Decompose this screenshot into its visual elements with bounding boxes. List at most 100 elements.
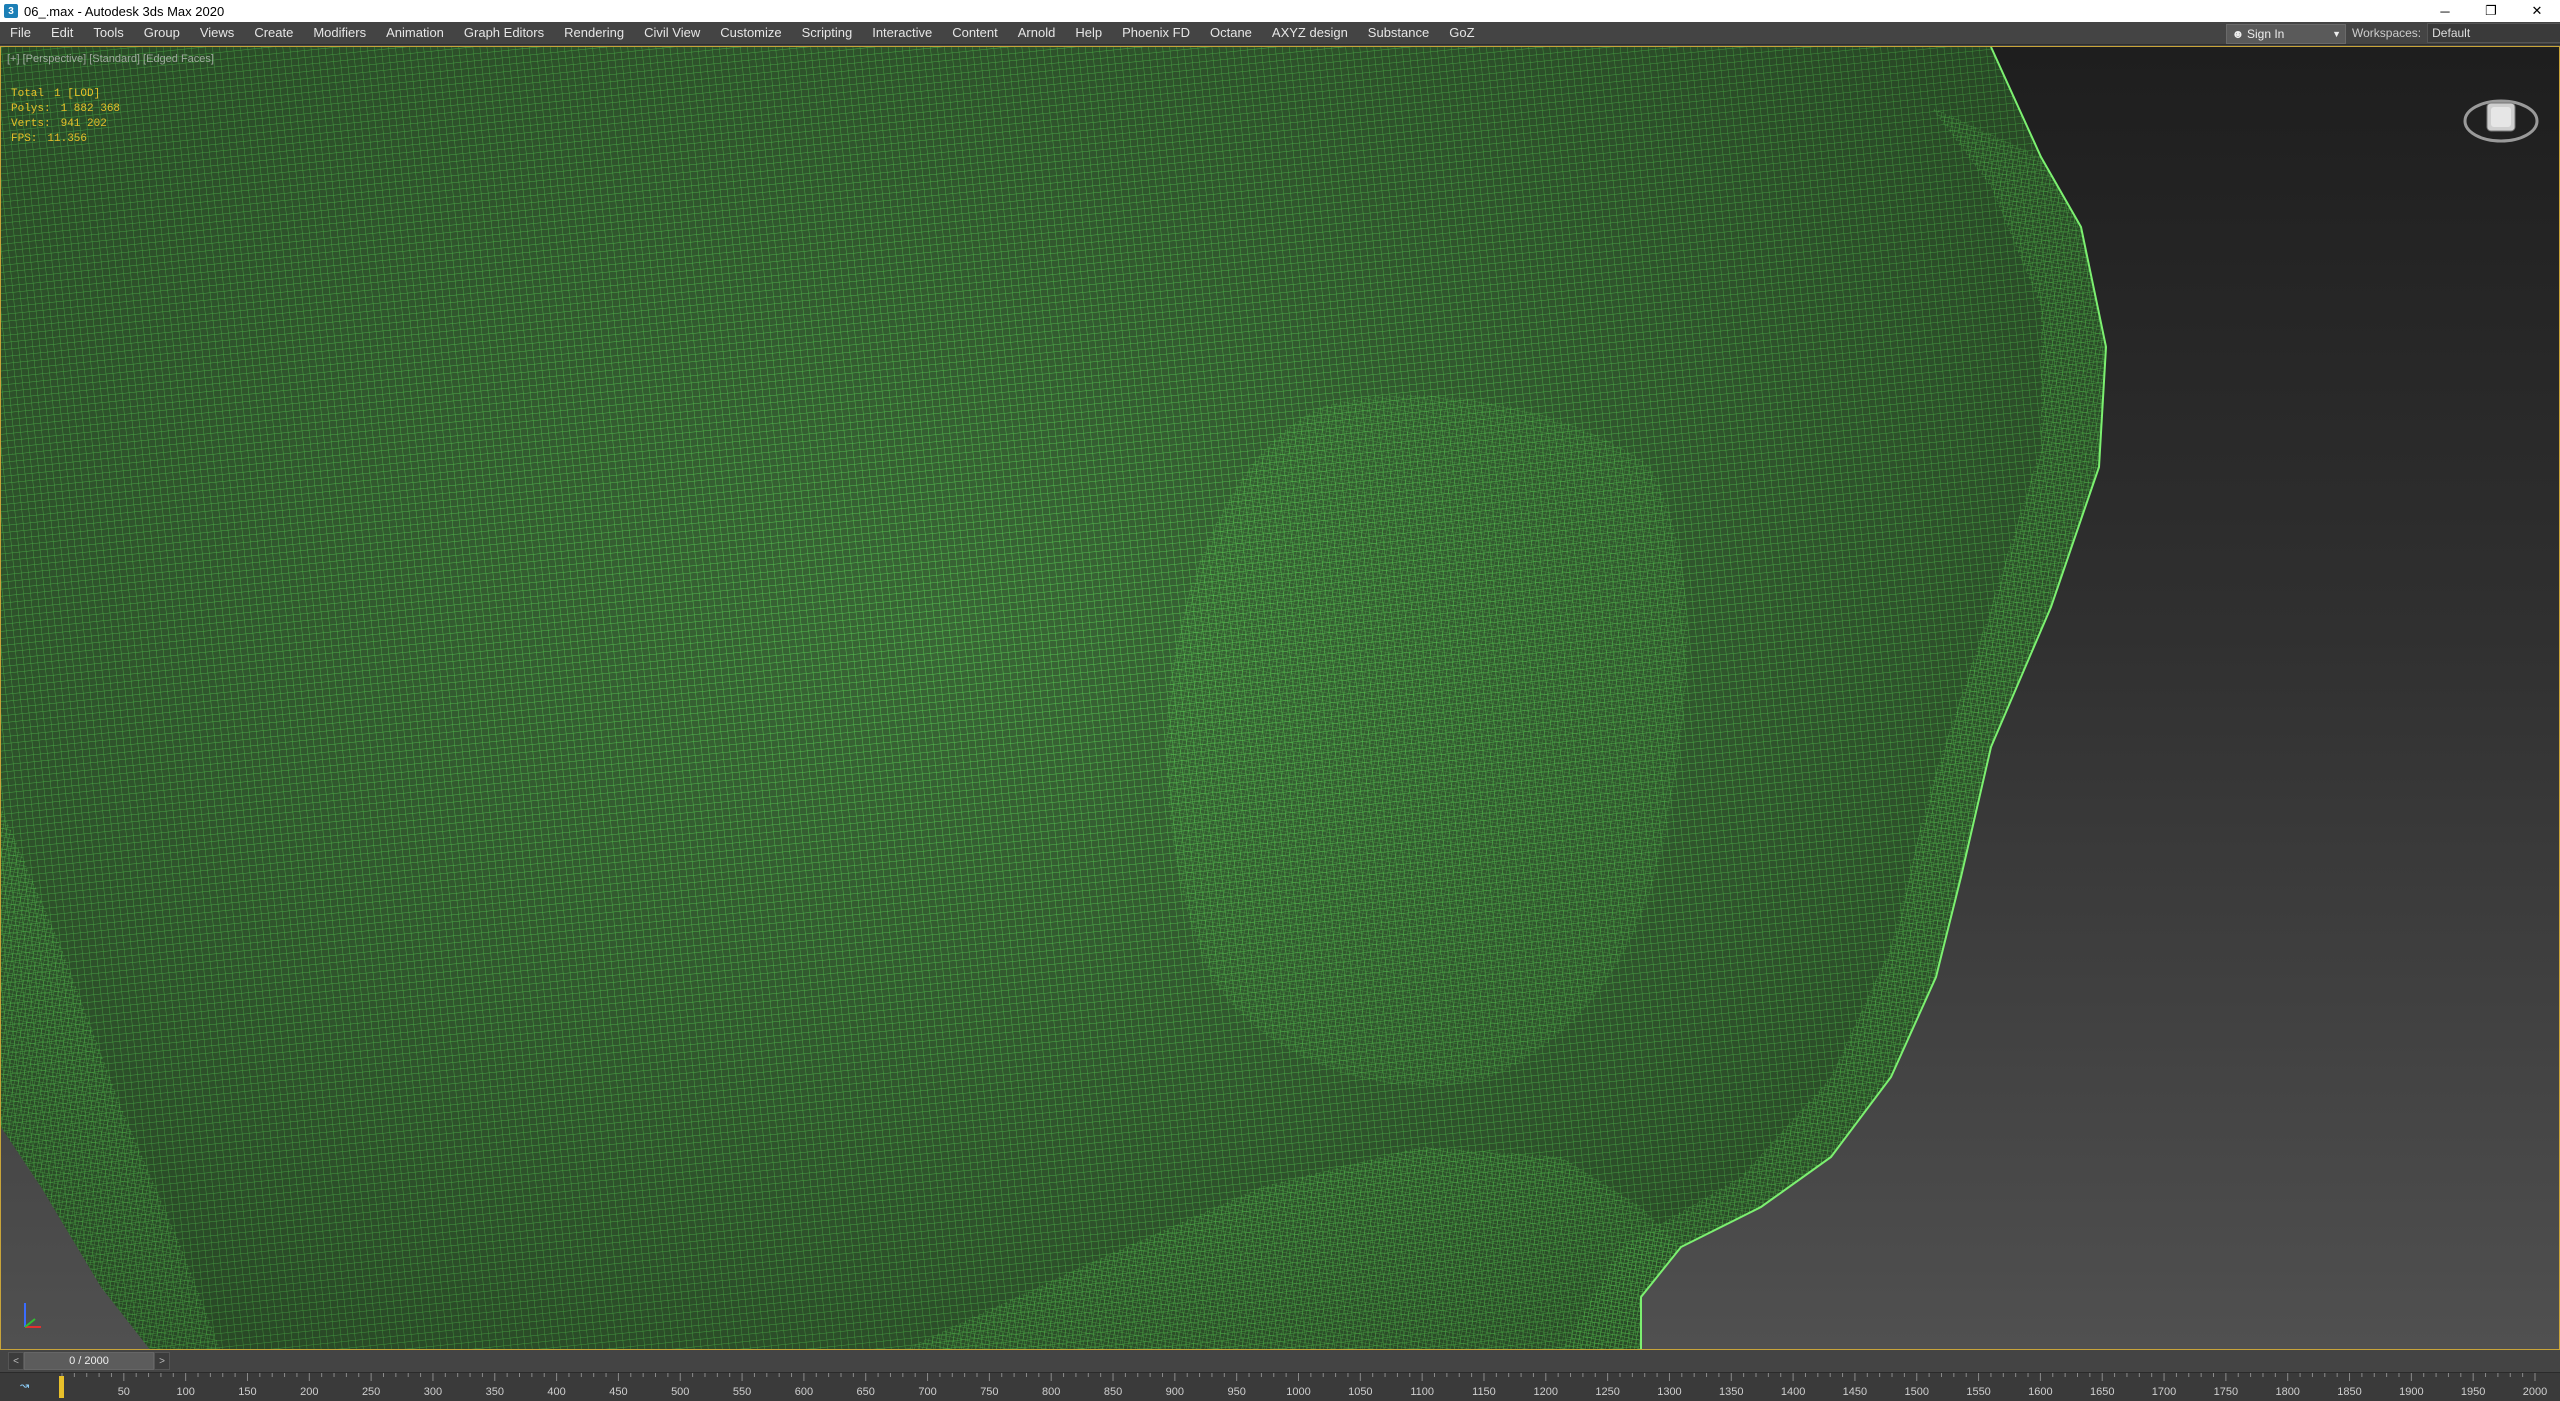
viewport-label[interactable]: [+] [Perspective] [Standard] [Edged Face… <box>7 53 214 65</box>
window-title: 06_.max - Autodesk 3ds Max 2020 <box>24 3 225 19</box>
ruler-tick-label: 950 <box>1227 1386 1245 1398</box>
menu-scripting[interactable]: Scripting <box>792 22 863 44</box>
ruler-tick-label: 1750 <box>2214 1386 2238 1398</box>
ruler-tick-label: 200 <box>300 1386 318 1398</box>
ruler-tick-label: 1600 <box>2028 1386 2052 1398</box>
stat-name: Verts: <box>11 118 51 130</box>
ruler-tick-label: 650 <box>857 1386 875 1398</box>
next-frame-button[interactable]: > <box>154 1352 170 1370</box>
menu-bar: File Edit Tools Group Views Create Modif… <box>0 22 2560 45</box>
ruler-tick-label: 1500 <box>1905 1386 1929 1398</box>
menu-interactive[interactable]: Interactive <box>862 22 942 44</box>
menu-graph-editors[interactable]: Graph Editors <box>454 22 554 44</box>
track-bar[interactable]: ↝ 50 100 150 200 250 300 350 400 450 500 550 600 650… <box>0 1372 2560 1401</box>
chevron-down-icon: ▼ <box>2332 29 2341 39</box>
stat-value: 11.356 <box>47 133 88 145</box>
stat-row: FPS: 11.356 <box>11 132 120 147</box>
ruler-tick-label: 550 <box>733 1386 751 1398</box>
ruler-tick-label: 1100 <box>1410 1386 1434 1398</box>
restore-button[interactable]: ❐ <box>2468 0 2514 22</box>
stat-row: Verts: 941 202 <box>11 117 120 132</box>
ruler-tick-label: 2000 <box>2523 1386 2547 1398</box>
menu-group[interactable]: Group <box>134 22 190 44</box>
workspaces-dropdown[interactable]: Default <box>2427 23 2560 43</box>
ruler-tick-label: 1400 <box>1781 1386 1805 1398</box>
ruler-tick-label: 300 <box>424 1386 442 1398</box>
ruler-tick-label: 1700 <box>2152 1386 2176 1398</box>
ruler-tick-label: 1300 <box>1657 1386 1681 1398</box>
ruler-tick-label: 250 <box>362 1386 380 1398</box>
ruler-tick-label: 900 <box>1166 1386 1184 1398</box>
menu-axyz-design[interactable]: AXYZ design <box>1262 22 1358 44</box>
ruler-tick-label: 350 <box>486 1386 504 1398</box>
window-controls: ─ ❐ ✕ <box>2422 0 2560 22</box>
ruler-tick-label: 700 <box>918 1386 936 1398</box>
ruler-tick-label: 1050 <box>1348 1386 1372 1398</box>
ruler-tick-label: 100 <box>176 1386 194 1398</box>
menu-animation[interactable]: Animation <box>376 22 454 44</box>
ruler-tick-label: 1800 <box>2275 1386 2299 1398</box>
perspective-viewport[interactable]: [+] [Perspective] [Standard] [Edged Face… <box>0 46 2560 1350</box>
stat-row: Polys: 1 882 368 <box>11 102 120 117</box>
workspaces-selector: Workspaces: Default <box>2352 23 2560 43</box>
workspaces-label: Workspaces: <box>2352 26 2422 40</box>
app-icon[interactable]: 3 <box>4 4 18 18</box>
stat-value: 1 882 368 <box>60 103 121 115</box>
close-button[interactable]: ✕ <box>2514 0 2560 22</box>
ruler-tick-label: 750 <box>980 1386 998 1398</box>
ruler-tick-label: 1550 <box>1966 1386 1990 1398</box>
menu-goz[interactable]: GoZ <box>1439 22 1484 44</box>
axis-tripod-icon <box>17 1297 47 1337</box>
menu-substance[interactable]: Substance <box>1358 22 1439 44</box>
menu-views[interactable]: Views <box>190 22 244 44</box>
ruler-tick-label: 400 <box>547 1386 565 1398</box>
ruler-tick-label: 600 <box>795 1386 813 1398</box>
frame-ruler: 50 100 150 200 250 300 350 400 450 500 550 600 650 70… <box>61 1373 2547 1398</box>
ruler-tick-label: 150 <box>238 1386 256 1398</box>
menu-help[interactable]: Help <box>1065 22 1112 44</box>
menu-file[interactable]: File <box>0 22 41 44</box>
prev-frame-button[interactable]: < <box>8 1352 24 1370</box>
minimize-button[interactable]: ─ <box>2422 0 2468 22</box>
menu-customize[interactable]: Customize <box>710 22 791 44</box>
ruler-tick-label: 1850 <box>2337 1386 2361 1398</box>
stat-value: 941 202 <box>60 118 107 130</box>
menu-arnold[interactable]: Arnold <box>1008 22 1066 44</box>
menu-create[interactable]: Create <box>244 22 303 44</box>
time-cursor[interactable] <box>59 1376 64 1398</box>
ruler-tick-label: 1000 <box>1286 1386 1310 1398</box>
ruler-tick-label: 1250 <box>1595 1386 1619 1398</box>
ruler-tick-label: 50 <box>118 1386 130 1398</box>
ruler-tick-label: 500 <box>671 1386 689 1398</box>
menu-modifiers[interactable]: Modifiers <box>303 22 376 44</box>
ruler-tick-label: 1900 <box>2399 1386 2423 1398</box>
menu-tools[interactable]: Tools <box>83 22 133 44</box>
ruler-tick-label: 1350 <box>1719 1386 1743 1398</box>
stat-name: Polys: <box>11 103 51 115</box>
ruler-tick-label: 1200 <box>1534 1386 1558 1398</box>
ruler-tick-label: 1950 <box>2461 1386 2485 1398</box>
ruler-tick-label: 1650 <box>2090 1386 2114 1398</box>
stat-name: FPS: <box>11 133 38 145</box>
viewport-statistics: Total 1 [LOD] Polys: 1 882 368 Verts: 94… <box>11 87 120 147</box>
menu-civil-view[interactable]: Civil View <box>634 22 710 44</box>
wireframe-mesh <box>1 47 2108 1349</box>
ruler-tick-label: 850 <box>1104 1386 1122 1398</box>
menu-octane[interactable]: Octane <box>1200 22 1262 44</box>
menu-content[interactable]: Content <box>942 22 1008 44</box>
stat-value: 1 [LOD] <box>54 88 101 100</box>
viewcube[interactable] <box>2461 77 2541 157</box>
menu-rendering[interactable]: Rendering <box>554 22 634 44</box>
sign-in-label: Sign In <box>2247 27 2285 41</box>
menu-phoenix-fd[interactable]: Phoenix FD <box>1112 22 1200 44</box>
ruler-tick-label: 800 <box>1042 1386 1060 1398</box>
time-slider-thumb[interactable]: 0 / 2000 <box>24 1352 154 1370</box>
stat-row: Total 1 [LOD] <box>11 87 120 102</box>
ruler-tick-label: 1150 <box>1472 1386 1496 1398</box>
sign-in-dropdown[interactable]: ☻ Sign In ▼ <box>2226 24 2346 44</box>
ruler-tick-label: 450 <box>609 1386 627 1398</box>
title-bar: 3 06_.max - Autodesk 3ds Max 2020 ─ ❐ ✕ <box>0 0 2560 22</box>
stat-name: Total <box>11 88 45 100</box>
menu-edit[interactable]: Edit <box>41 22 83 44</box>
time-slider: < 0 / 2000 > <box>0 1350 2560 1372</box>
